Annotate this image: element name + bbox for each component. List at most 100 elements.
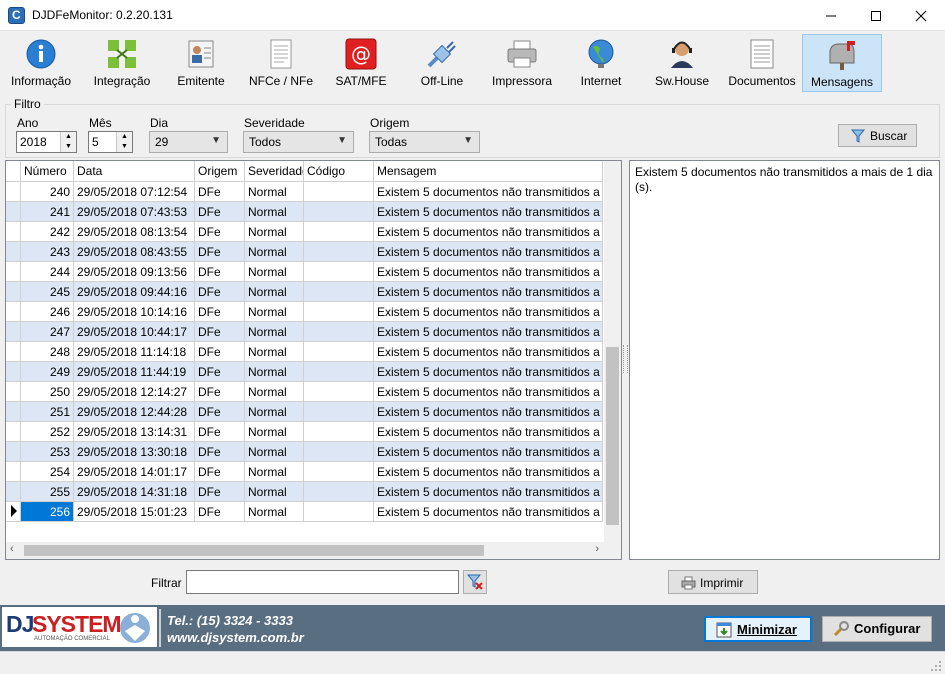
clear-filter-button[interactable] [463, 570, 487, 594]
month-spin-arrows[interactable]: ▲ ▼ [116, 132, 132, 152]
severity-select[interactable]: Todos ▼ [243, 131, 354, 153]
brand-emblem-icon [120, 613, 150, 643]
cell-message: Existem 5 documentos não transmitidos a … [374, 242, 603, 261]
day-select[interactable]: 29 ▼ [149, 131, 228, 153]
origin-label: Origem [370, 116, 410, 130]
spin-down-icon[interactable]: ▼ [117, 142, 132, 152]
filter-text-input[interactable] [186, 570, 459, 594]
table-row[interactable]: 255 29/05/2018 14:31:18 DFe Normal Existem 5… [6, 482, 603, 502]
column-header-severity[interactable]: Severidade [245, 161, 304, 182]
cell-message: Existem 5 documentos não transmitidos a … [374, 402, 603, 421]
cell-date: 29/05/2018 15:01:23 [74, 502, 195, 521]
close-window-button[interactable] [898, 0, 944, 31]
row-indicator[interactable] [6, 262, 21, 281]
toolbar-internet-button[interactable]: Internet [565, 34, 637, 92]
issuer-icon [188, 40, 214, 68]
cell-origin: DFe [195, 222, 245, 241]
year-spinner[interactable]: 2018 ▲ ▼ [16, 131, 77, 153]
table-row[interactable]: 243 29/05/2018 08:43:55 DFe Normal Existem 5… [6, 242, 603, 262]
row-indicator[interactable] [6, 362, 21, 381]
table-row[interactable]: 254 29/05/2018 14:01:17 DFe Normal Existem 5… [6, 462, 603, 482]
table-row[interactable]: 246 29/05/2018 10:14:16 DFe Normal Existem 5… [6, 302, 603, 322]
year-value: 2018 [20, 135, 47, 149]
table-row[interactable]: 256 29/05/2018 15:01:23 DFe Normal Existem 5… [6, 502, 603, 522]
row-indicator[interactable] [6, 222, 21, 241]
table-row[interactable]: 250 29/05/2018 12:14:27 DFe Normal Existem 5… [6, 382, 603, 402]
row-indicator[interactable] [6, 342, 21, 361]
row-indicator[interactable] [6, 422, 21, 441]
toolbar-swhouse-button[interactable]: Sw.House [645, 34, 719, 92]
row-indicator[interactable] [6, 442, 21, 461]
maximize-window-button[interactable] [853, 0, 899, 31]
spin-up-icon[interactable]: ▲ [117, 132, 132, 142]
row-indicator[interactable] [6, 402, 21, 421]
column-header-message[interactable]: Mensagem [374, 161, 603, 182]
toolbar-printer-button[interactable]: Impressora [486, 34, 558, 92]
month-spinner[interactable]: 5 ▲ ▼ [88, 131, 133, 153]
origin-select[interactable]: Todas ▼ [369, 131, 480, 153]
vertical-scroll-thumb[interactable] [606, 347, 619, 525]
toolbar-info-button[interactable]: Informação [5, 34, 77, 92]
table-row[interactable]: 241 29/05/2018 07:43:53 DFe Normal Existem 5… [6, 202, 603, 222]
close-icon [915, 10, 927, 22]
toolbar-nfce-nfe-button[interactable]: NFCe / NFe [242, 34, 320, 92]
table-row[interactable]: 244 29/05/2018 09:13:56 DFe Normal Existem 5… [6, 262, 603, 282]
spin-down-icon[interactable]: ▼ [61, 142, 76, 152]
configure-button[interactable]: Configurar [822, 616, 932, 642]
toolbar-documents-button[interactable]: Documentos [724, 34, 800, 92]
row-indicator[interactable] [6, 322, 21, 341]
row-indicator[interactable] [6, 182, 21, 201]
print-button[interactable]: Imprimir [668, 570, 758, 594]
row-indicator[interactable] [6, 382, 21, 401]
plug-icon [427, 41, 456, 68]
cell-date: 29/05/2018 09:44:16 [74, 282, 195, 301]
table-row[interactable]: 252 29/05/2018 13:14:31 DFe Normal Existem 5… [6, 422, 603, 442]
cell-date: 29/05/2018 11:14:18 [74, 342, 195, 361]
table-row[interactable]: 245 29/05/2018 09:44:16 DFe Normal Existem 5… [6, 282, 603, 302]
cell-number: 251 [21, 402, 74, 421]
column-header-date[interactable]: Data [74, 161, 195, 182]
minimize-window-button[interactable] [808, 0, 854, 31]
spin-up-icon[interactable]: ▲ [61, 132, 76, 142]
horizontal-scroll-thumb[interactable] [24, 545, 484, 556]
message-detail[interactable]: Existem 5 documentos não transmitidos a … [629, 160, 940, 560]
minimize-app-button[interactable]: Minimizar [704, 616, 812, 642]
search-button[interactable]: Buscar [838, 124, 917, 147]
cell-code [304, 242, 374, 261]
splitter-handle[interactable] [623, 345, 628, 373]
column-header-number[interactable]: Número [21, 161, 74, 182]
table-row[interactable]: 247 29/05/2018 10:44:17 DFe Normal Existem 5… [6, 322, 603, 342]
toolbar-sat-mfe-button[interactable]: @ SAT/MFE [326, 34, 396, 92]
toolbar-integration-button[interactable]: Integração [83, 34, 161, 92]
year-spin-arrows[interactable]: ▲ ▼ [60, 132, 76, 152]
cell-date: 29/05/2018 07:43:53 [74, 202, 195, 221]
table-row[interactable]: 251 29/05/2018 12:44:28 DFe Normal Existem 5… [6, 402, 603, 422]
cell-origin: DFe [195, 182, 245, 201]
row-indicator[interactable] [6, 242, 21, 261]
table-row[interactable]: 248 29/05/2018 11:14:18 DFe Normal Existem 5… [6, 342, 603, 362]
toolbar-messages-button[interactable]: Mensagens [802, 34, 882, 92]
cell-origin: DFe [195, 322, 245, 341]
table-row[interactable]: 253 29/05/2018 13:30:18 DFe Normal Existem 5… [6, 442, 603, 462]
row-indicator[interactable] [6, 482, 21, 501]
toolbar-issuer-button[interactable]: Emitente [166, 34, 236, 92]
messages-grid[interactable]: Número Data Origem Severidade Código Men… [5, 160, 622, 560]
toolbar-offline-button[interactable]: Off-Line [404, 34, 480, 92]
table-row[interactable]: 249 29/05/2018 11:44:19 DFe Normal Existem 5… [6, 362, 603, 382]
integration-icon [108, 40, 136, 68]
table-row[interactable]: 240 29/05/2018 07:12:54 DFe Normal Existem 5… [6, 182, 603, 202]
at-sign-icon: @ [345, 38, 377, 70]
resize-grip-icon[interactable] [930, 660, 942, 672]
column-header-code[interactable]: Código [304, 161, 374, 182]
cell-code [304, 262, 374, 281]
current-row-indicator-icon[interactable] [6, 502, 21, 521]
row-indicator[interactable] [6, 462, 21, 481]
cell-number: 248 [21, 342, 74, 361]
row-indicator[interactable] [6, 202, 21, 221]
table-row[interactable]: 242 29/05/2018 08:13:54 DFe Normal Existem 5… [6, 222, 603, 242]
row-indicator[interactable] [6, 302, 21, 321]
column-header-origin[interactable]: Origem [195, 161, 245, 182]
scroll-left-icon[interactable]: ‹ [10, 543, 14, 555]
scroll-right-icon[interactable]: › [595, 543, 599, 555]
row-indicator[interactable] [6, 282, 21, 301]
